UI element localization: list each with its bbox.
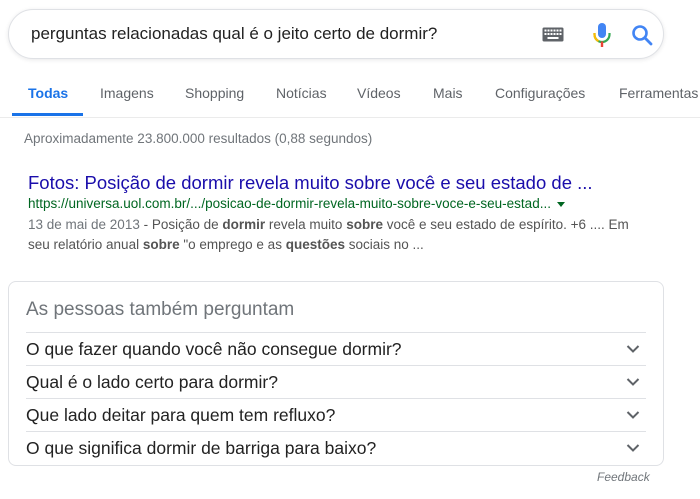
paa-question-item[interactable]: Que lado deitar para quem tem refluxo? xyxy=(26,398,646,431)
mic-icon[interactable] xyxy=(592,22,612,48)
snippet-text: - Posição de xyxy=(139,217,223,232)
tab-mais[interactable]: Mais xyxy=(433,68,463,117)
tab-shopping[interactable]: Shopping xyxy=(185,68,244,117)
snippet-text: "o emprego e as xyxy=(179,237,286,252)
chevron-down-icon[interactable] xyxy=(626,443,640,453)
snippet-bold: sobre xyxy=(346,217,383,232)
snippet-bold: sobre xyxy=(142,237,180,252)
paa-question-text: Que lado deitar para quem tem refluxo? xyxy=(26,405,336,425)
search-input[interactable] xyxy=(31,10,531,58)
keyboard-icon[interactable] xyxy=(542,27,564,42)
snippet-bold: dormir xyxy=(222,217,266,232)
result-url-text[interactable]: https://universa.uol.com.br/.../posicao-… xyxy=(28,196,551,211)
paa-question-text: Qual é o lado certo para dormir? xyxy=(26,372,278,392)
tab-ferramentas[interactable]: Ferramentas xyxy=(619,68,698,117)
tab-configuracoes[interactable]: Configurações xyxy=(495,68,585,117)
tab-imagens[interactable]: Imagens xyxy=(100,68,154,117)
tab-todas[interactable]: Todas xyxy=(28,68,68,117)
paa-question-text: O que fazer quando você não consegue dor… xyxy=(26,339,402,359)
paa-heading: As pessoas também perguntam xyxy=(26,299,295,320)
result-snippet: 13 de mai de 2013 - Posição de dormir re… xyxy=(28,215,648,255)
active-tab-indicator xyxy=(12,113,83,116)
result-stats: Aproximadamente 23.800.000 resultados (0… xyxy=(24,131,373,146)
chevron-down-icon[interactable] xyxy=(626,377,640,387)
feedback-link[interactable]: Feedback xyxy=(597,470,650,484)
chevron-down-icon[interactable] xyxy=(626,410,640,420)
result-date: 13 de mai de 2013 xyxy=(28,217,140,232)
search-tabs: Todas Imagens Shopping Notícias Vídeos M… xyxy=(0,68,700,118)
snippet-bold: questões xyxy=(285,237,345,252)
url-menu-arrow-icon[interactable] xyxy=(556,201,565,207)
paa-question-item[interactable]: O que fazer quando você não consegue dor… xyxy=(26,332,646,365)
search-bar[interactable] xyxy=(8,9,664,59)
snippet-text: sociais no ... xyxy=(344,237,424,252)
paa-question-text: O que significa dormir de barriga para b… xyxy=(26,438,377,458)
paa-question-item[interactable]: O que significa dormir de barriga para b… xyxy=(26,431,646,464)
tab-noticias[interactable]: Notícias xyxy=(276,68,327,117)
result-url[interactable]: https://universa.uol.com.br/.../posicao-… xyxy=(28,196,565,211)
snippet-text: revela muito xyxy=(265,217,347,232)
people-also-ask-box: As pessoas também perguntam O que fazer … xyxy=(8,281,664,466)
chevron-down-icon[interactable] xyxy=(626,344,640,354)
result-title-link[interactable]: Fotos: Posição de dormir revela muito so… xyxy=(28,172,593,194)
search-icon[interactable] xyxy=(631,24,653,46)
tab-videos[interactable]: Vídeos xyxy=(357,68,401,117)
paa-question-item[interactable]: Qual é o lado certo para dormir? xyxy=(26,365,646,398)
